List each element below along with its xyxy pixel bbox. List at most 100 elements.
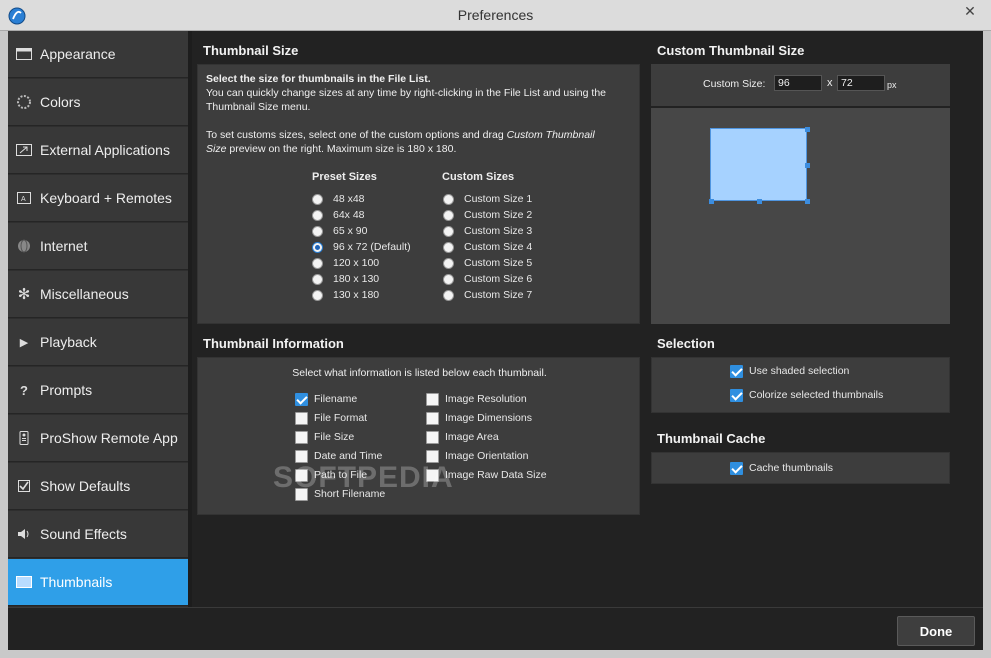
thumbnail-size-panel: Select the size for thumbnails in the Fi… (197, 64, 640, 324)
custom-size-option[interactable]: Custom Size 1 (443, 192, 532, 206)
preset-size-option[interactable]: 48 x48 (312, 192, 365, 206)
radio-button[interactable] (443, 257, 454, 269)
custom-size-option[interactable]: Custom Size 5 (443, 256, 532, 270)
custom-thumbnail-preview (651, 108, 950, 324)
window-title: Preferences (457, 7, 534, 23)
preset-size-option[interactable]: 180 x 130 (312, 272, 379, 286)
sidebar-item-internet[interactable]: Internet (8, 223, 188, 270)
resize-handle-right[interactable] (805, 163, 810, 168)
radio-button[interactable] (443, 273, 454, 285)
info-field-option[interactable]: File Format (295, 411, 367, 425)
window-content: Appearance Colors External Applications A Ke… (8, 31, 983, 650)
radio-button[interactable] (443, 241, 454, 253)
sidebar-item-keyboard-remotes[interactable]: A Keyboard + Remotes (8, 175, 188, 222)
sidebar-item-playback[interactable]: ▶ Playback (8, 319, 188, 366)
preset-size-option[interactable]: 65 x 90 (312, 224, 367, 238)
custom-sizes-header: Custom Sizes (442, 171, 515, 183)
radio-button[interactable] (312, 225, 323, 237)
radio-button[interactable] (312, 209, 323, 221)
resize-handle-bottom-right[interactable] (805, 199, 810, 204)
softpedia-watermark: SOFTPEDIA (273, 461, 454, 494)
custom-thumbnail-size-title: Custom Thumbnail Size (657, 43, 805, 58)
checkbox[interactable] (426, 411, 439, 425)
selection-option[interactable]: Colorize selected thumbnails (730, 388, 883, 402)
sidebar-item-external-applications[interactable]: External Applications (8, 127, 188, 174)
preset-size-label: 96 x 72 (Default) (333, 241, 411, 253)
thumbnail-preview-box[interactable] (710, 128, 807, 201)
custom-size-option[interactable]: Custom Size 6 (443, 272, 532, 286)
question-icon: ? (20, 382, 28, 398)
checkbox[interactable] (295, 430, 308, 444)
thumbnail-icon (8, 576, 40, 588)
info-field-option[interactable]: File Size (295, 430, 354, 444)
radio-button[interactable] (312, 289, 323, 301)
custom-size-bar: Custom Size: 96 x 72 px (651, 64, 950, 106)
close-icon[interactable]: ✕ (955, 0, 985, 22)
sidebar-item-colors[interactable]: Colors (8, 79, 188, 126)
radio-button[interactable] (312, 241, 323, 253)
info-field-option[interactable]: Image Dimensions (426, 411, 532, 425)
sidebar-item-label: Prompts (40, 382, 93, 398)
done-button[interactable]: Done (897, 616, 975, 646)
palette-icon (8, 95, 40, 109)
preset-size-option[interactable]: 96 x 72 (Default) (312, 240, 411, 254)
custom-size-option[interactable]: Custom Size 7 (443, 288, 532, 302)
sidebar-item-appearance[interactable]: Appearance (8, 31, 188, 78)
sidebar-item-label: Colors (40, 94, 81, 110)
info-field-label: Image Dimensions (445, 412, 532, 424)
radio-button[interactable] (443, 209, 454, 221)
sidebar-item-label: Sound Effects (40, 526, 127, 542)
checkbox[interactable] (730, 461, 743, 475)
radio-button[interactable] (443, 289, 454, 301)
preset-size-option[interactable]: 120 x 100 (312, 256, 379, 270)
checkbox[interactable] (295, 411, 308, 425)
radio-button[interactable] (443, 225, 454, 237)
resize-handle-top-right[interactable] (805, 127, 810, 132)
checkbox[interactable] (295, 392, 308, 406)
custom-size-option[interactable]: Custom Size 4 (443, 240, 532, 254)
preset-size-label: 120 x 100 (333, 257, 380, 269)
checkbox[interactable] (426, 392, 439, 406)
sidebar-item-thumbnails[interactable]: Thumbnails (8, 559, 188, 606)
custom-size-option[interactable]: Custom Size 3 (443, 224, 532, 238)
info-field-label: File Size (314, 431, 355, 443)
checkbox[interactable] (426, 430, 439, 444)
preset-size-option[interactable]: 64x 48 (312, 208, 365, 222)
custom-size-label: Custom Size 1 (464, 193, 533, 205)
info-field-option[interactable]: Image Resolution (426, 392, 527, 406)
checkbox[interactable] (730, 364, 743, 378)
radio-button[interactable] (312, 193, 323, 205)
sidebar-item-prompts[interactable]: ? Prompts (8, 367, 188, 414)
custom-width-input[interactable]: 96 (774, 75, 822, 91)
window-icon (8, 48, 40, 60)
preset-size-option[interactable]: 130 x 180 (312, 288, 379, 302)
radio-button[interactable] (443, 193, 454, 205)
sidebar-item-proshow-remote-app[interactable]: ProShow Remote App (8, 415, 188, 462)
thumbnail-size-description: Select the size for thumbnails in the Fi… (206, 73, 606, 155)
selection-label: Colorize selected thumbnails (749, 389, 884, 401)
gear-icon: ✻ (17, 286, 31, 303)
info-field-label: Image Resolution (445, 393, 527, 405)
resize-handle-bottom-left[interactable] (709, 199, 714, 204)
info-field-option[interactable]: Image Area (426, 430, 499, 444)
custom-height-input[interactable]: 72 (837, 75, 885, 91)
cache-option[interactable]: Cache thumbnails (730, 461, 833, 475)
footer-bar (8, 607, 983, 650)
resize-handle-bottom[interactable] (757, 199, 762, 204)
globe-icon (8, 239, 40, 253)
radio-button[interactable] (312, 273, 323, 285)
custom-size-option[interactable]: Custom Size 2 (443, 208, 532, 222)
custom-size-label: Custom Size 4 (464, 241, 533, 253)
sidebar-item-show-defaults[interactable]: Show Defaults (8, 463, 188, 510)
svg-text:A: A (21, 196, 26, 203)
radio-button[interactable] (312, 257, 323, 269)
sidebar-item-sound-effects[interactable]: Sound Effects (8, 511, 188, 558)
info-field-label: File Format (314, 412, 368, 424)
checkbox[interactable] (730, 388, 743, 402)
custom-size-label: Custom Size 6 (464, 273, 533, 285)
info-field-label: Filename (314, 393, 358, 405)
thumbnail-cache-panel: Cache thumbnails (651, 452, 950, 484)
sidebar-item-miscellaneous[interactable]: ✻ Miscellaneous (8, 271, 188, 318)
info-field-option[interactable]: Filename (295, 392, 357, 406)
selection-option[interactable]: Use shaded selection (730, 364, 849, 378)
